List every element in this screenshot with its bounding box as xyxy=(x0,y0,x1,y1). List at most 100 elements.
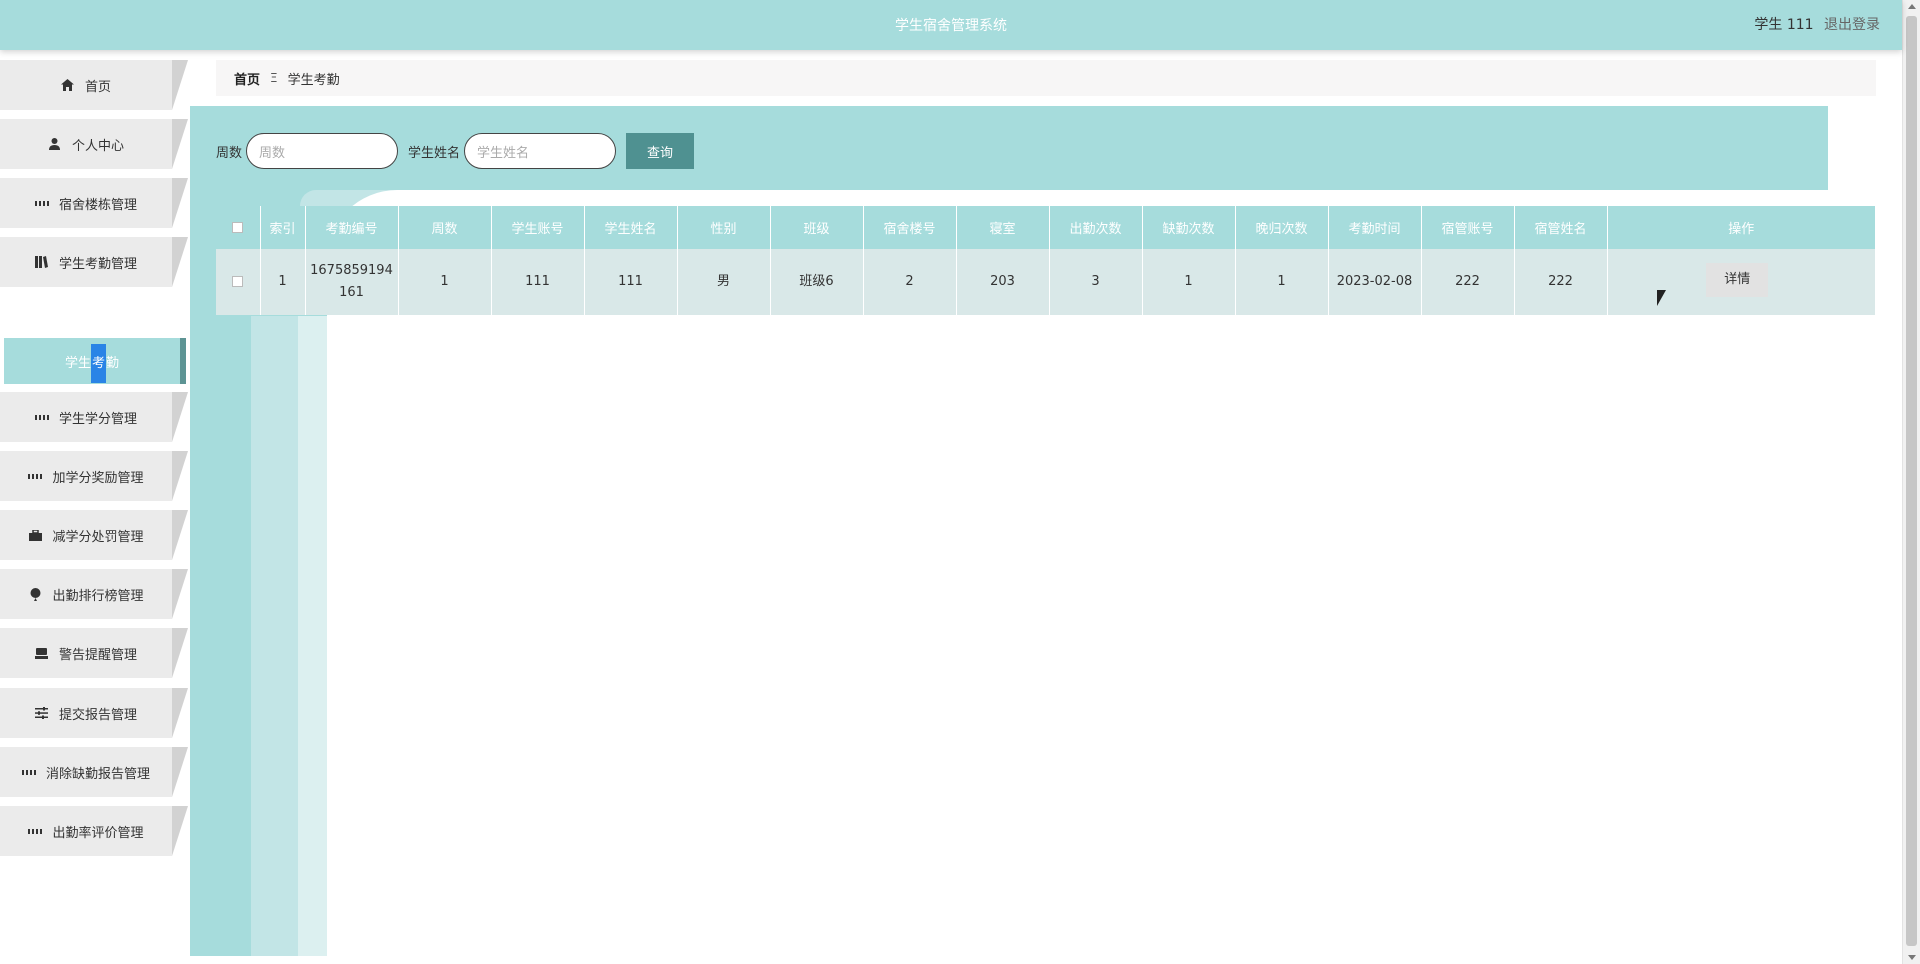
scroll-up-arrow-icon[interactable] xyxy=(1908,4,1916,9)
column-header: 操作 xyxy=(1607,206,1876,249)
cell-attendance-count: 3 xyxy=(1049,249,1143,315)
select-all-checkbox[interactable] xyxy=(232,222,244,233)
sidebar-item-attendance-rate[interactable]: 出勤率评价管理 xyxy=(0,806,188,856)
row-checkbox[interactable] xyxy=(232,276,244,287)
sidebar-item-dorm-building[interactable]: 宿舍楼栋管理 xyxy=(0,178,188,228)
sidebar-item-label: 加学分奖励管理 xyxy=(52,470,144,486)
week-input[interactable]: 周数 xyxy=(246,133,399,169)
attendance-no-part2: 161 xyxy=(339,285,364,300)
scroll-thumb[interactable] xyxy=(1906,16,1917,946)
column-header[interactable]: 性别 xyxy=(677,206,771,249)
query-button[interactable]: 查询 xyxy=(626,133,695,169)
column-header[interactable]: 班级 xyxy=(770,206,864,249)
table-header-row: 索引 考勤编号 周数 学生账号 学生姓名 性别 班级 宿舍楼号 寝室 出勤次数 … xyxy=(216,206,1876,249)
grid-icon xyxy=(28,469,43,483)
attendance-table: 索引 考勤编号 周数 学生账号 学生姓名 性别 班级 宿舍楼号 寝室 出勤次数 … xyxy=(216,206,1876,315)
week-label: 周数 xyxy=(216,145,243,161)
column-header[interactable]: 宿管姓名 xyxy=(1514,206,1608,249)
sidebar-item-label: 消除缺勤报告管理 xyxy=(45,766,150,782)
decorative-stripe xyxy=(298,316,327,956)
breadcrumb-home[interactable]: 首页 xyxy=(234,69,260,88)
top-header: 学生宿舍管理系统 学生 111 退出登录 xyxy=(0,0,1902,50)
sidebar-item-report[interactable]: 提交报告管理 xyxy=(0,688,188,738)
column-header[interactable]: 考勤时间 xyxy=(1328,206,1422,249)
cell-building-no: 2 xyxy=(863,249,957,315)
decorative-stripe xyxy=(251,316,298,956)
sidebar-item-credits[interactable]: 学生学分管理 xyxy=(0,392,188,442)
column-header[interactable]: 学生账号 xyxy=(491,206,585,249)
sidebar-item-label: 首页 xyxy=(84,79,111,95)
logout-link[interactable]: 退出登录 xyxy=(1824,17,1880,33)
cell-warden-account: 222 xyxy=(1421,249,1515,315)
user-area: 学生 111 退出登录 xyxy=(1754,14,1880,34)
sidebar-item-label: 学生学分管理 xyxy=(58,411,137,427)
grid-icon xyxy=(34,410,49,424)
cell-student-account: 111 xyxy=(491,249,585,315)
user-icon xyxy=(48,137,62,151)
book-icon xyxy=(35,255,49,269)
column-header[interactable]: 晚归次数 xyxy=(1235,206,1329,249)
breadcrumb-current: 学生考勤 xyxy=(287,72,340,88)
attendance-no-part1: 1675859194 xyxy=(310,263,393,278)
table-row: 1 1675859194 161 1 111 111 男 班级6 2 203 3 … xyxy=(216,249,1876,315)
sidebar-item-warning[interactable]: 警告提醒管理 xyxy=(0,628,188,678)
column-header[interactable]: 宿舍楼号 xyxy=(863,206,957,249)
column-header[interactable]: 缺勤次数 xyxy=(1142,206,1236,249)
sidebar-item-label: 个人中心 xyxy=(71,138,124,154)
sidebar-item-credit-penalty[interactable]: 减学分处罚管理 xyxy=(0,510,188,560)
cell-class: 班级6 xyxy=(770,249,864,315)
column-header[interactable]: 周数 xyxy=(398,206,492,249)
sidebar-item-label: 宿舍楼栋管理 xyxy=(58,197,137,213)
grid-icon xyxy=(21,765,36,779)
user-label: 学生 111 xyxy=(1754,17,1814,33)
breadcrumb-separator-icon: Ξ xyxy=(270,71,278,85)
app-title: 学生宿舍管理系统 xyxy=(895,18,1007,34)
sidebar: 首页 个人中心 宿舍楼栋管理 学生考勤管理 学生考勤 学生学分管理 加学分奖励管… xyxy=(0,50,190,964)
cell-week: 1 xyxy=(398,249,492,315)
cell-student-name: 111 xyxy=(584,249,678,315)
student-name-input[interactable]: 学生姓名 xyxy=(464,133,617,169)
sidebar-item-attendance[interactable]: 学生考勤管理 xyxy=(0,237,188,287)
column-header[interactable]: 寝室 xyxy=(956,206,1050,249)
printer-icon xyxy=(35,646,49,660)
cell-gender: 男 xyxy=(677,249,771,315)
column-header[interactable]: 考勤编号 xyxy=(305,206,399,249)
sidebar-item-label: 警告提醒管理 xyxy=(58,647,137,663)
column-header[interactable]: 宿管账号 xyxy=(1421,206,1515,249)
sidebar-item-label: 学生考勤管理 xyxy=(58,256,137,272)
search-bar: 周数 周数 学生姓名 学生姓名 查询 xyxy=(216,133,695,169)
select-all-header xyxy=(216,206,261,249)
page-scrollbar[interactable] xyxy=(1902,0,1920,964)
sidebar-item-label: 出勤率评价管理 xyxy=(52,825,144,841)
home-icon xyxy=(61,78,75,92)
sidebar-item-absence-clear[interactable]: 消除缺勤报告管理 xyxy=(0,747,188,797)
sidebar-subitem-student-attendance[interactable]: 学生考勤 xyxy=(4,338,186,384)
sidebar-item-attendance-ranking[interactable]: 出勤排行榜管理 xyxy=(0,569,188,619)
balloon-icon xyxy=(28,587,42,601)
column-header[interactable]: 索引 xyxy=(260,206,306,249)
cell-attendance-no: 1675859194 161 xyxy=(305,249,399,315)
cell-actions: 详情 xyxy=(1607,249,1876,315)
sidebar-item-label: 出勤排行榜管理 xyxy=(52,588,144,604)
cell-attendance-time: 2023-02-08 xyxy=(1328,249,1422,315)
cell-late-count: 1 xyxy=(1235,249,1329,315)
student-name-label: 学生姓名 xyxy=(408,145,461,161)
briefcase-icon xyxy=(28,528,42,542)
column-header[interactable]: 学生姓名 xyxy=(584,206,678,249)
sidebar-item-home[interactable]: 首页 xyxy=(0,60,188,110)
breadcrumb: 首页 Ξ 学生考勤 xyxy=(216,60,1876,96)
grid-icon xyxy=(34,196,49,210)
submenu-text: 学生考勤 xyxy=(65,343,119,383)
row-select-cell xyxy=(216,249,261,315)
mouse-cursor-icon xyxy=(1657,290,1666,306)
cell-room: 203 xyxy=(956,249,1050,315)
scroll-down-arrow-icon[interactable] xyxy=(1908,955,1916,960)
detail-button[interactable]: 详情 xyxy=(1706,263,1769,297)
sliders-icon xyxy=(35,706,49,720)
column-header[interactable]: 出勤次数 xyxy=(1049,206,1143,249)
cell-warden-name: 222 xyxy=(1514,249,1608,315)
sidebar-item-personal-center[interactable]: 个人中心 xyxy=(0,119,188,169)
sidebar-item-label: 提交报告管理 xyxy=(58,707,137,723)
sidebar-item-credit-reward[interactable]: 加学分奖励管理 xyxy=(0,451,188,501)
sidebar-item-label: 减学分处罚管理 xyxy=(52,529,144,545)
